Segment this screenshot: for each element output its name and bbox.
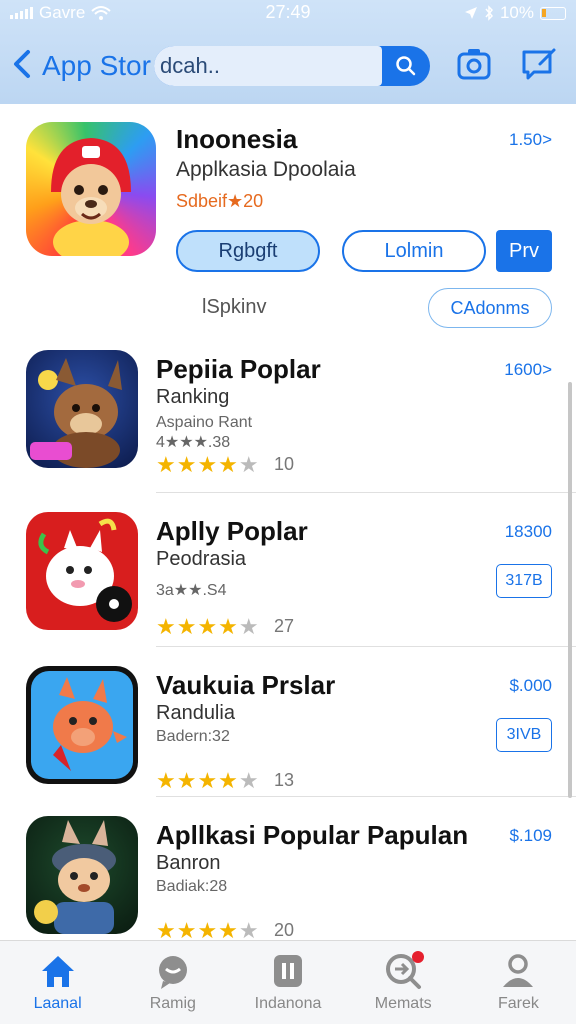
apps-icon [274, 955, 302, 987]
divider [156, 646, 576, 647]
tab-chat[interactable]: Ramig [115, 941, 230, 1024]
divider [156, 796, 576, 797]
app-meta: Badern:32 [156, 728, 230, 745]
app-meta: Aspaino Rant 4★★★.38 [156, 414, 253, 451]
featured-app-icon[interactable] [26, 122, 156, 256]
primary-button[interactable]: Rgbgft [176, 230, 320, 272]
featured-app-subtitle: Applkasia Dpoolaia [176, 158, 356, 181]
search-button[interactable] [386, 50, 426, 82]
tab-label: Indanona [254, 995, 322, 1012]
app-meta: Badiak:28 [156, 878, 228, 895]
app-price[interactable]: 18300 [505, 522, 552, 542]
person-icon [503, 954, 534, 987]
app-price[interactable]: $.109 [509, 826, 552, 846]
app-title: Aplly Poplar [156, 516, 308, 546]
size-badge[interactable]: 317B [496, 564, 552, 598]
status-bar: Gavre 27:49 10% [0, 0, 576, 26]
battery-percent: 10% [499, 3, 534, 22]
home-icon [41, 956, 74, 987]
tab-bar: Laanal Ramig Indanona Memats Farek [0, 940, 576, 1024]
tab-updates[interactable]: Memats [346, 941, 461, 1024]
featured-app-rating: Sdbeif★20 [176, 191, 264, 211]
app-price[interactable]: 1600> [504, 360, 552, 380]
star-rating: ★★★★★ [156, 452, 260, 477]
tab-profile[interactable]: Farek [461, 941, 576, 1024]
rating-count: 10 [274, 454, 295, 474]
app-title: Pepiia Poplar [156, 354, 321, 384]
bluetooth-icon [485, 5, 493, 21]
chat-icon [158, 956, 187, 989]
search-icon [396, 56, 416, 76]
app-price[interactable]: $.000 [509, 676, 552, 696]
tab-label: Farek [497, 995, 539, 1012]
notification-badge [411, 951, 424, 963]
search-bar [154, 46, 430, 86]
compose-icon[interactable] [520, 46, 558, 82]
back-chevron-icon[interactable] [10, 49, 34, 79]
location-icon [464, 7, 477, 19]
app-icon[interactable] [26, 512, 138, 630]
featured-app-price[interactable]: 1.50> [509, 130, 552, 150]
camera-icon[interactable] [456, 46, 492, 82]
star-rating: ★★★★★ [156, 768, 260, 793]
battery-icon [540, 6, 566, 20]
tab-home[interactable]: Laanal [0, 941, 115, 1024]
list-item[interactable]: Pepiia Poplar Ranking Aspaino Rant 4★★★.3… [0, 350, 576, 502]
nav-bar: App Stor [0, 40, 576, 92]
tab-label: Memats [374, 995, 432, 1012]
search-input[interactable] [154, 46, 382, 86]
rating-count: 20 [274, 920, 295, 940]
size-badge[interactable]: 3IVB [496, 718, 552, 752]
app-icon[interactable] [26, 350, 138, 468]
nav-title[interactable]: App Stor [42, 50, 151, 82]
app-title: Apllkasi Popular Papulan [156, 820, 469, 850]
featured-app-card: Inoonesia Applkasia Dpoolaia Sdbeif★20 1… [0, 104, 576, 340]
app-icon[interactable] [26, 666, 138, 784]
app-title: Vaukuia Prslar [156, 670, 336, 700]
status-right: 10% [464, 3, 566, 23]
section-label: lSpkinv [202, 296, 267, 318]
app-meta: 3a★★.S4 [156, 582, 227, 599]
app-subtitle: Ranking [156, 386, 230, 408]
outline-button[interactable]: Lolmin [342, 230, 486, 272]
app-icon[interactable] [26, 816, 138, 934]
tab-label: Laanal [33, 995, 82, 1012]
tab-label: Ramig [149, 995, 196, 1012]
divider [156, 492, 576, 493]
app-subtitle: Banron [156, 852, 221, 874]
chip-button[interactable]: CAdonms [428, 288, 552, 328]
app-subtitle: Peodrasia [156, 548, 247, 570]
star-rating: ★★★★★ [156, 614, 260, 639]
list-item[interactable]: Aplly Poplar Peodrasia 3a★★.S4 ★★★★★ 27 … [0, 512, 576, 664]
app-subtitle: Randulia [156, 702, 235, 724]
featured-app-title: Inoonesia [176, 124, 298, 154]
tab-apps[interactable]: Indanona [230, 941, 345, 1024]
rating-count: 13 [274, 770, 295, 790]
solid-button[interactable]: Prv [496, 230, 552, 272]
scrollbar[interactable] [568, 382, 572, 798]
rating-count: 27 [274, 616, 295, 636]
